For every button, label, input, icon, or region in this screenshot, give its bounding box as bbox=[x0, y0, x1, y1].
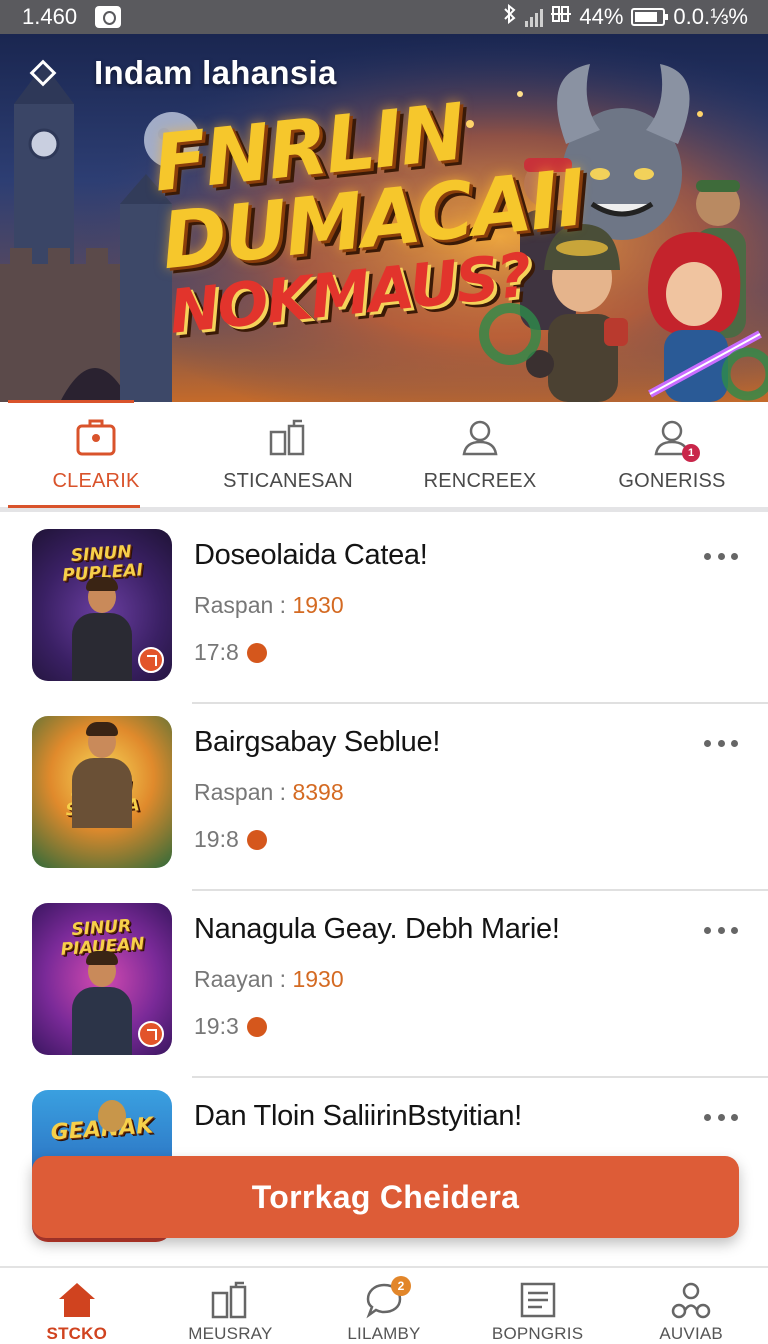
list-item[interactable]: SIMIAI SUPELA Bairgsabay Seblue! Raspan … bbox=[0, 704, 768, 891]
tab-goneriss[interactable]: 1 GONERISS bbox=[576, 402, 768, 507]
primary-action-button[interactable]: Torrkag Cheidera bbox=[32, 1156, 739, 1238]
status-dot-icon bbox=[246, 642, 267, 663]
more-options-icon[interactable] bbox=[704, 734, 738, 752]
tab-clearik[interactable]: CLEARIK bbox=[0, 400, 192, 508]
bottom-nav: STCKO MEUSRAY 2 LILAMBY BOPNGRIS AUVIAB bbox=[0, 1266, 768, 1344]
data-rate: 0.0.⅓% bbox=[673, 4, 748, 29]
tab-label: CLEARIK bbox=[52, 470, 140, 492]
briefcase-icon bbox=[74, 416, 118, 460]
nav-item-bopngris[interactable]: BOPNGRIS bbox=[461, 1268, 615, 1344]
tab-sticanesan[interactable]: STICANESAN bbox=[192, 402, 384, 507]
notification-badge: 2 bbox=[390, 1276, 411, 1296]
list-item[interactable]: SINUR PIAUEAN Nanagula Geay. Debh Marie!… bbox=[0, 891, 768, 1078]
more-options-icon[interactable] bbox=[704, 1108, 738, 1126]
nav-item-stcko[interactable]: STCKO bbox=[0, 1268, 154, 1344]
game-meta: Raspan : 8398 bbox=[194, 779, 344, 805]
game-title: Dan Tloin SaliirinBstyitian! bbox=[194, 1100, 522, 1132]
people-network-icon bbox=[670, 1280, 712, 1320]
person-icon bbox=[458, 416, 502, 460]
game-thumbnail: SINUN PUPLEAI bbox=[32, 529, 172, 681]
game-time: 19:8 bbox=[194, 826, 674, 853]
notification-icon bbox=[95, 6, 122, 28]
page-title: Indam lahansia bbox=[94, 54, 337, 91]
nav-item-auviab[interactable]: AUVIAB bbox=[614, 1268, 768, 1344]
bluetooth-icon bbox=[503, 3, 517, 30]
game-title: Nanagula Geay. Debh Marie! bbox=[194, 913, 560, 945]
list-item[interactable]: SINUN PUPLEAI Doseolaida Catea! Raspan :… bbox=[0, 517, 768, 704]
nav-label: STCKO bbox=[46, 1324, 108, 1343]
diamond-back-icon[interactable] bbox=[28, 58, 58, 88]
tab-label: GONERISS bbox=[618, 470, 726, 492]
share-icon bbox=[138, 1021, 164, 1047]
game-title: Bairgsabay Seblue! bbox=[194, 726, 441, 758]
status-dot-icon bbox=[246, 1016, 267, 1037]
list-icon bbox=[517, 1280, 559, 1320]
more-options-icon[interactable] bbox=[704, 921, 738, 939]
game-thumbnail: SIMIAI SUPELA bbox=[32, 716, 172, 868]
network-icon bbox=[551, 4, 572, 30]
game-time: 19:3 bbox=[194, 1013, 674, 1040]
game-meta: Raspan : 1930 bbox=[194, 592, 344, 618]
game-list: SINUN PUPLEAI Doseolaida Catea! Raspan :… bbox=[0, 517, 768, 1265]
meta-value: 1930 bbox=[292, 592, 344, 618]
share-icon bbox=[138, 647, 164, 673]
game-title: Doseolaida Catea! bbox=[194, 539, 428, 571]
game-time: 17:8 bbox=[194, 639, 674, 666]
nav-label: LILAMBY bbox=[347, 1324, 421, 1343]
person-badge-icon: 1 bbox=[650, 416, 700, 462]
tab-rencreex[interactable]: RENCREEX bbox=[384, 402, 576, 507]
meta-value: 8398 bbox=[292, 779, 344, 805]
signal-icon bbox=[525, 7, 544, 27]
buildings-icon bbox=[209, 1280, 251, 1320]
nav-label: AUVIAB bbox=[659, 1324, 723, 1343]
tab-label: RENCREEX bbox=[423, 470, 537, 492]
more-options-icon[interactable] bbox=[704, 547, 738, 565]
battery-percent: 44% bbox=[579, 4, 624, 29]
nav-label: BOPNGRIS bbox=[491, 1324, 584, 1343]
notification-badge: 1 bbox=[682, 444, 700, 462]
tab-label: STICANESAN bbox=[223, 470, 353, 492]
nav-item-lilamby[interactable]: 2 LILAMBY bbox=[307, 1268, 461, 1344]
game-meta: Raayan : 1930 bbox=[194, 966, 344, 992]
meta-value: 1930 bbox=[292, 966, 344, 992]
chat-bubble-icon: 2 bbox=[363, 1276, 411, 1320]
home-icon bbox=[56, 1280, 98, 1320]
status-time: 1.460 bbox=[22, 4, 78, 29]
hero-header: Indam lahansia bbox=[28, 54, 337, 92]
status-bar: 1.460 44% 0.0.⅓% bbox=[0, 0, 768, 34]
status-dot-icon bbox=[246, 829, 267, 850]
battery-icon bbox=[631, 8, 669, 26]
nav-item-meusray[interactable]: MEUSRAY bbox=[154, 1268, 308, 1344]
buildings-icon bbox=[266, 416, 310, 460]
hero-artwork-title: FNRLIN DUMACAII NOKMAUS? bbox=[149, 82, 594, 348]
category-tabs: CLEARIK STICANESAN RENCREEX 1 GONERISS bbox=[0, 400, 768, 512]
game-thumbnail: SINUR PIAUEAN bbox=[32, 903, 172, 1055]
hero-banner[interactable]: Indam lahansia FNRLIN DUMACAII NOKMAUS? bbox=[0, 34, 768, 402]
nav-label: MEUSRAY bbox=[188, 1324, 273, 1343]
